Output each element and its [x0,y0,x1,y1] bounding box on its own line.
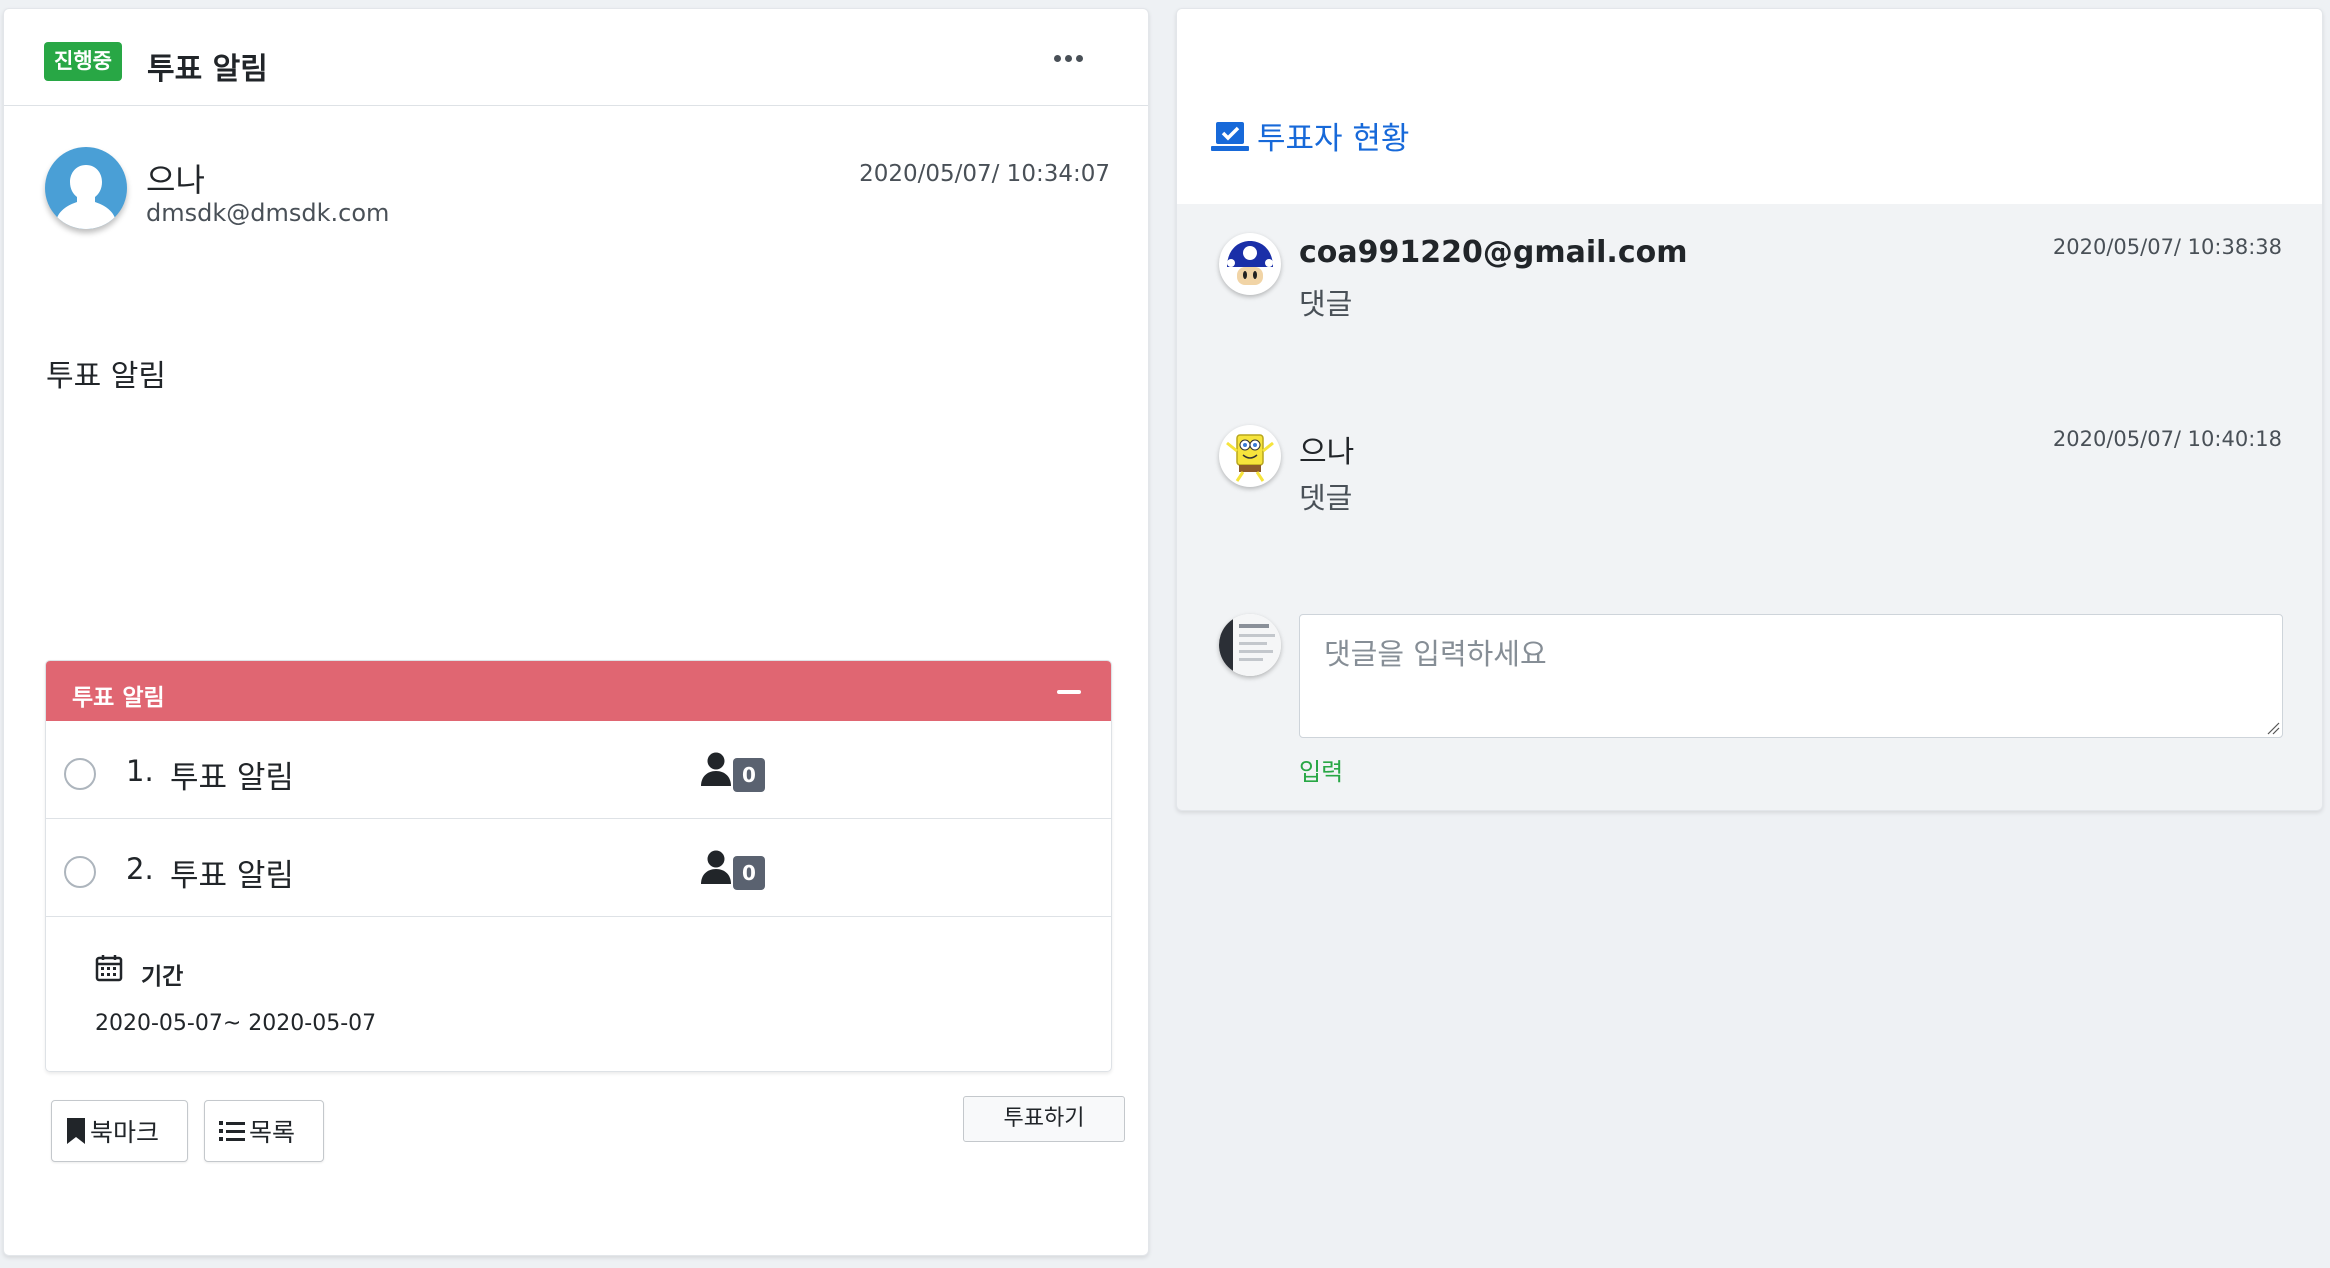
vote-option-label: 투표 알림 [170,760,294,796]
comment-text: 뎃글 [1299,481,1353,515]
avatar[interactable] [45,147,127,229]
author-email: dmsdk@dmsdk.com [146,199,390,227]
comment-date: 2020/05/07/ 10:38:38 [2052,235,2282,259]
user-icon [701,850,731,884]
vote-option-number: 1. [126,754,154,788]
post-date: 2020/05/07/ 10:34:07 [859,161,1110,187]
period-label: 기간 [141,964,184,990]
bookmark-label: 북마크 [90,1118,160,1147]
period-range: 2020-05-07~ 2020-05-07 [95,1011,377,1036]
avatar[interactable] [1219,233,1281,295]
comment-author: 으나 [1299,435,1355,470]
vote-option-radio[interactable] [64,856,96,888]
resize-grip-icon[interactable] [2266,721,2280,735]
bookmark-button[interactable]: 북마크 [51,1100,188,1162]
vote-option-number: 2. [126,852,154,886]
vote-button[interactable]: 투표하기 [963,1096,1125,1142]
list-icon [219,1121,245,1141]
avatar[interactable] [1219,425,1281,487]
vote-panel: 투표 알림 1. 투표 알림 0 2. 투표 알림 0 기간 2020-05-0… [45,660,1112,1072]
vote-option[interactable]: 1. 투표 알림 0 [46,721,1111,819]
vote-panel-header: 투표 알림 [46,661,1111,721]
status-badge: 진행중 [44,42,122,81]
voter-count-badge: 0 [733,856,765,890]
calendar-icon [95,955,123,982]
collapse-icon[interactable] [1057,690,1081,694]
post-body: 투표 알림 [46,359,166,394]
vote-option[interactable]: 2. 투표 알림 0 [46,819,1111,917]
vote-option-radio[interactable] [64,758,96,790]
comment-text: 댓글 [1299,287,1353,321]
post-header: 진행중 투표 알림 [4,9,1148,106]
voters-card: 투표자 현황 coa991220@gmail.com 댓글 2020/05/07… [1176,8,2323,811]
submit-comment-link[interactable]: 입력 [1299,752,1343,787]
post-card: 진행중 투표 알림 으나 dmsdk@dmsdk.com 2020/05/07/… [3,8,1149,1256]
voter-count-badge: 0 [733,758,765,792]
post-title: 투표 알림 [147,52,268,87]
vote-option-label: 투표 알림 [170,858,294,894]
bookmark-icon [67,1118,85,1144]
comment-date: 2020/05/07/ 10:40:18 [2052,427,2282,451]
comment-author: coa991220@gmail.com [1299,235,1688,270]
comment-input[interactable] [1299,614,2283,738]
avatar[interactable] [1219,614,1281,676]
voters-title-text: 투표자 현황 [1257,121,1410,157]
voters-header: 투표자 현황 [1177,9,2322,204]
voters-title: 투표자 현황 [1211,113,1409,158]
more-icon[interactable] [1046,41,1090,75]
vote-check-icon [1211,121,1249,151]
author-name: 으나 [146,161,205,199]
list-label: 목록 [249,1118,296,1147]
vote-panel-title: 투표 알림 [72,685,165,711]
list-button[interactable]: 목록 [204,1100,324,1162]
user-icon [701,752,731,786]
